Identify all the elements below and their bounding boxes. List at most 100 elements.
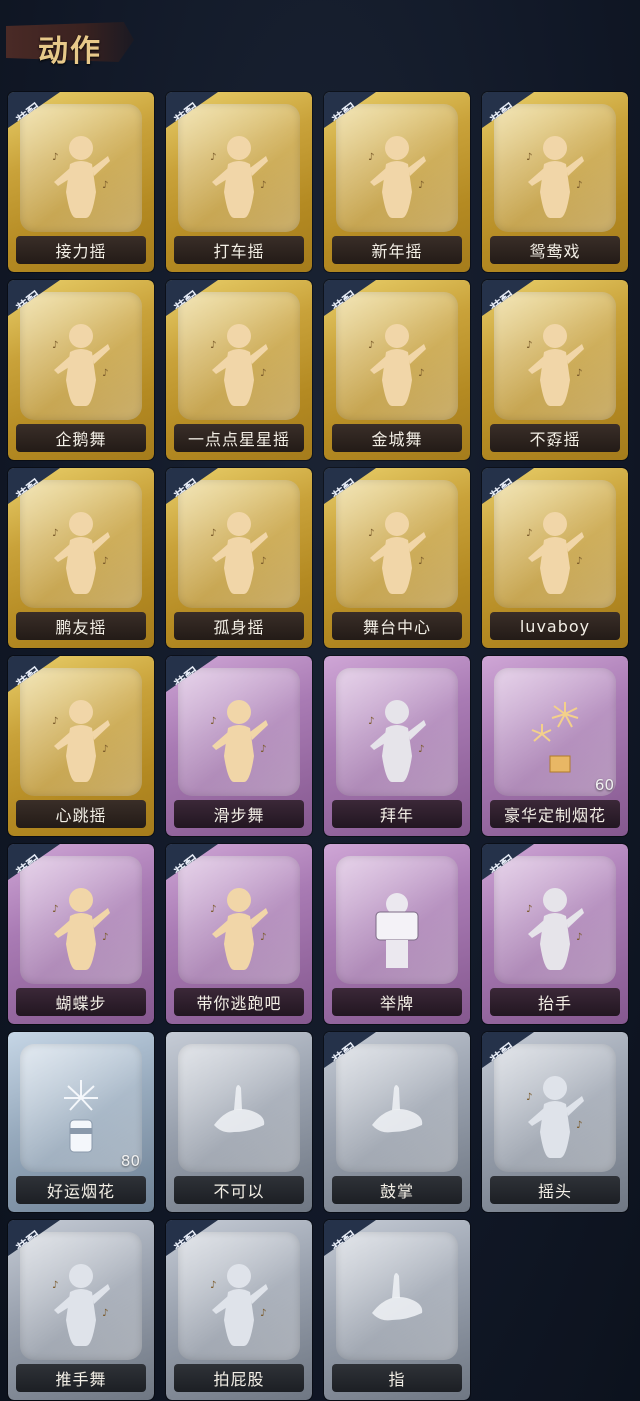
emote-card[interactable]: 举牌 xyxy=(324,844,470,1024)
emote-name: 心跳摇 xyxy=(55,806,107,825)
emote-name: 好运烟花 xyxy=(46,1182,115,1201)
dancer-figure-icon: ♪ ♪ xyxy=(46,130,116,220)
card-label-bar: 抬手 xyxy=(490,988,620,1016)
emote-name: 鹏友摇 xyxy=(55,618,107,637)
card-label-bar: 豪华定制烟花 xyxy=(490,800,620,828)
svg-text:♪: ♪ xyxy=(418,368,424,379)
card-label-bar: 不可以 xyxy=(174,1176,304,1204)
emote-card[interactable]: ♪♪装配心跳摇 xyxy=(8,656,154,836)
emote-card[interactable]: ♪♪装配金城舞 xyxy=(324,280,470,460)
dancer-figure-icon: ♪ ♪ xyxy=(204,318,274,408)
card-label-bar: 不孬摇 xyxy=(490,424,620,452)
svg-text:♪: ♪ xyxy=(102,744,108,755)
svg-text:♪: ♪ xyxy=(418,556,424,567)
shaking-head-icon: ♪ ♪ xyxy=(520,1070,590,1160)
svg-text:♪: ♪ xyxy=(526,340,532,351)
svg-text:♪: ♪ xyxy=(260,556,266,567)
svg-text:♪: ♪ xyxy=(418,744,424,755)
svg-text:♪: ♪ xyxy=(260,368,266,379)
emote-name: 指 xyxy=(388,1370,406,1389)
emote-name: 举牌 xyxy=(379,994,414,1013)
slap-icon: ♪ ♪ xyxy=(204,1258,274,1348)
emote-card[interactable]: ♪♪装配鹏友摇 xyxy=(8,468,154,648)
dancer-figure-icon: ♪ ♪ xyxy=(204,882,274,972)
dancer-figure-icon: ♪ ♪ xyxy=(46,506,116,596)
svg-text:♪: ♪ xyxy=(210,716,216,727)
svg-text:♪: ♪ xyxy=(102,932,108,943)
card-label-bar: 带你逃跑吧 xyxy=(174,988,304,1016)
svg-text:♪: ♪ xyxy=(210,152,216,163)
emote-card[interactable]: ♪♪装配一点点星星摇 xyxy=(166,280,312,460)
emote-card[interactable]: ♪♪装配推手舞 xyxy=(8,1220,154,1400)
dancer-figure-icon: ♪ ♪ xyxy=(204,694,274,784)
card-label-bar: 鸳鸯戏 xyxy=(490,236,620,264)
emote-card[interactable]: ♪♪装配滑步舞 xyxy=(166,656,312,836)
firework-can-icon xyxy=(46,1070,116,1160)
emote-card[interactable]: ♪♪装配抬手 xyxy=(482,844,628,1024)
emote-card[interactable]: ♪♪装配不孬摇 xyxy=(482,280,628,460)
emote-name: 摇头 xyxy=(537,1182,572,1201)
svg-text:♪: ♪ xyxy=(576,932,582,943)
emote-name: 企鹅舞 xyxy=(55,430,107,449)
clapping-hands-icon xyxy=(362,1070,432,1160)
emote-card[interactable]: ♪♪装配蝴蝶步 xyxy=(8,844,154,1024)
item-count: 80 xyxy=(120,1152,140,1170)
card-label-bar: 举牌 xyxy=(332,988,462,1016)
emote-card[interactable]: 装配鼓掌 xyxy=(324,1032,470,1212)
svg-text:♪: ♪ xyxy=(576,180,582,191)
svg-text:♪: ♪ xyxy=(102,1308,108,1319)
card-label-bar: 鹏友摇 xyxy=(16,612,146,640)
svg-text:♪: ♪ xyxy=(210,904,216,915)
emote-name: 抬手 xyxy=(537,994,572,1013)
emote-card[interactable]: 80 好运烟花 xyxy=(8,1032,154,1212)
card-label-bar: 拍屁股 xyxy=(174,1364,304,1392)
dancer-figure-icon: ♪ ♪ xyxy=(46,882,116,972)
svg-text:♪: ♪ xyxy=(526,1092,532,1103)
card-label-bar: 蝴蝶步 xyxy=(16,988,146,1016)
svg-text:♪: ♪ xyxy=(526,152,532,163)
fireworks-icon xyxy=(520,694,590,784)
emote-card[interactable]: ♪♪装配摇头 xyxy=(482,1032,628,1212)
svg-text:♪: ♪ xyxy=(210,528,216,539)
emote-card[interactable]: ♪♪装配企鹅舞 xyxy=(8,280,154,460)
emote-card[interactable]: ♪♪装配带你逃跑吧 xyxy=(166,844,312,1024)
emote-card[interactable]: 装配指 xyxy=(324,1220,470,1400)
svg-text:♪: ♪ xyxy=(260,932,266,943)
svg-text:♪: ♪ xyxy=(526,528,532,539)
card-label-bar: 新年摇 xyxy=(332,236,462,264)
svg-text:♪: ♪ xyxy=(260,1308,266,1319)
emote-card[interactable]: ♪♪装配新年摇 xyxy=(324,92,470,272)
card-label-bar: 摇头 xyxy=(490,1176,620,1204)
pointing-hand-icon xyxy=(362,1258,432,1348)
card-label-bar: 打车摇 xyxy=(174,236,304,264)
emote-name: 拍屁股 xyxy=(213,1370,265,1389)
emote-card[interactable]: ♪♪装配接力摇 xyxy=(8,92,154,272)
emote-card[interactable]: ♪ ♪ 拜年 xyxy=(324,656,470,836)
emote-name: luvaboy xyxy=(519,616,591,636)
svg-text:♪: ♪ xyxy=(368,528,374,539)
item-count: 60 xyxy=(594,776,614,794)
emote-card[interactable]: 不可以 xyxy=(166,1032,312,1212)
emote-card[interactable]: ♪♪装配luvaboy xyxy=(482,468,628,648)
emote-card[interactable]: ♪♪装配拍屁股 xyxy=(166,1220,312,1400)
svg-text:♪: ♪ xyxy=(260,744,266,755)
emote-card[interactable]: ♪♪装配打车摇 xyxy=(166,92,312,272)
svg-text:♪: ♪ xyxy=(52,340,58,351)
emote-name: 鸳鸯戏 xyxy=(529,242,581,261)
emote-card[interactable]: ♪♪装配鸳鸯戏 xyxy=(482,92,628,272)
dancer-figure-icon: ♪ ♪ xyxy=(362,506,432,596)
svg-text:♪: ♪ xyxy=(52,528,58,539)
emote-card[interactable]: ♪♪装配孤身摇 xyxy=(166,468,312,648)
emote-name: 带你逃跑吧 xyxy=(196,994,282,1013)
card-label-bar: 舞台中心 xyxy=(332,612,462,640)
emote-card[interactable]: ♪♪装配舞台中心 xyxy=(324,468,470,648)
card-label-bar: luvaboy xyxy=(490,612,620,640)
svg-text:♪: ♪ xyxy=(102,180,108,191)
emote-name: 舞台中心 xyxy=(362,618,431,637)
finger-wag-icon xyxy=(204,1070,274,1160)
emote-name: 新年摇 xyxy=(371,242,423,261)
emote-card[interactable]: 60 豪华定制烟花 xyxy=(482,656,628,836)
svg-text:♪: ♪ xyxy=(102,556,108,567)
emote-name: 鼓掌 xyxy=(379,1182,414,1201)
svg-text:♪: ♪ xyxy=(52,716,58,727)
